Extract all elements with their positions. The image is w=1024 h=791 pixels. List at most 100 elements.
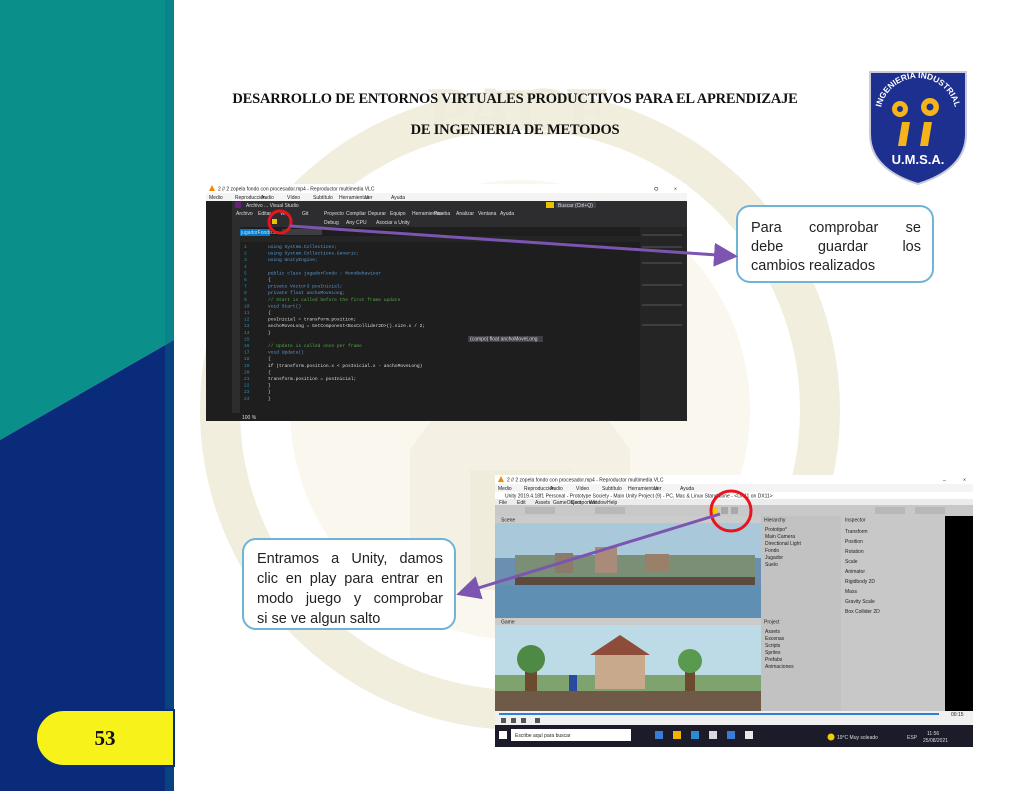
code-line-number: 20 bbox=[244, 369, 250, 375]
project-item: Scripts bbox=[765, 643, 781, 649]
taskbar-search: Escribe aquí para buscar bbox=[515, 733, 571, 739]
vs-zoom: 100 % bbox=[242, 415, 257, 421]
code-line-number: 6 bbox=[244, 277, 247, 283]
vlc-title: 2 // 2 zopela fondo con procesador.mp4 -… bbox=[218, 187, 375, 193]
unity-title: Unity 2019.4.18f1 Personal - Prototype S… bbox=[505, 494, 773, 500]
inspector-field: Position bbox=[845, 539, 863, 545]
code-line: using System.Collections; bbox=[268, 244, 337, 250]
unity-game-tab: Game bbox=[501, 620, 515, 626]
svg-text:(campo) float anchoMoveLong: (campo) float anchoMoveLong bbox=[470, 337, 538, 343]
code-line: void Start() bbox=[268, 303, 301, 309]
screenshot-visual-studio: 2 // 2 zopela fondo con procesador.mp4 -… bbox=[206, 184, 687, 421]
code-line: { bbox=[268, 369, 271, 375]
vlc-menu-item: Vídeo bbox=[287, 195, 300, 201]
code-line: private float anchoMoveLong; bbox=[268, 290, 345, 296]
inspector-field: Transform bbox=[845, 529, 868, 535]
code-line-number: 5 bbox=[244, 270, 247, 276]
svg-text:Buscar (Ctrl+Q): Buscar (Ctrl+Q) bbox=[558, 203, 593, 209]
hierarchy-item: Directional Light bbox=[765, 541, 801, 547]
inspector-field: Rigidbody 2D bbox=[845, 579, 875, 585]
left-sidebar-decoration bbox=[0, 0, 174, 791]
code-line-number: 23 bbox=[244, 389, 250, 395]
vlc-menu-item: Subtítulo bbox=[602, 486, 622, 492]
code-line: { bbox=[268, 310, 271, 316]
svg-text:Archivo ... Visual Studio: Archivo ... Visual Studio bbox=[246, 203, 299, 209]
code-line-number: 7 bbox=[244, 284, 247, 290]
code-line: } bbox=[268, 396, 271, 402]
taskbar-time: 11:56 bbox=[927, 731, 939, 737]
vs-menu-item: Depurar bbox=[368, 211, 386, 217]
taskbar-weather: 19°C Muy soleado bbox=[837, 735, 878, 741]
page-number: 53 bbox=[94, 726, 116, 750]
vlc-menu-item: Medio bbox=[209, 195, 223, 201]
code-line-number: 13 bbox=[244, 323, 250, 329]
vlc-menu-item: Audio bbox=[550, 486, 563, 492]
unity-inspector-tab: Inspector bbox=[845, 518, 866, 524]
code-line-number: 8 bbox=[244, 290, 247, 296]
screenshot-unity: 2 // 2 zopela fondo con procesador.mp4 -… bbox=[495, 475, 973, 747]
document-title-line1: DESARROLLO DE ENTORNOS VIRTUALES PRODUCT… bbox=[232, 91, 798, 107]
code-line-number: 1 bbox=[244, 244, 247, 250]
code-line-number: 17 bbox=[244, 350, 250, 356]
callout-unity-line2: clic en play para entrar en bbox=[257, 571, 443, 587]
vlc-menu-item: Ver bbox=[365, 195, 373, 201]
code-line-number: 10 bbox=[244, 303, 250, 309]
code-line: } bbox=[268, 330, 271, 336]
code-line-number: 22 bbox=[244, 383, 250, 389]
vs-menu-item: Prueba bbox=[434, 211, 450, 217]
code-line: } bbox=[268, 383, 271, 389]
svg-text:ⵔ: ⵔ bbox=[654, 187, 659, 193]
code-line-number: 12 bbox=[244, 317, 250, 323]
code-line-number: 24 bbox=[244, 396, 250, 402]
watermark-text: PACE bbox=[427, 74, 612, 151]
vs-menu-item: Archivo bbox=[236, 211, 253, 217]
umsa-engineering-logo: INGENIERIA INDUSTRIAL U.M.S.A. bbox=[866, 64, 970, 186]
code-line: { bbox=[268, 277, 271, 283]
code-line-number: 14 bbox=[244, 330, 250, 336]
callout-unity-line4: si se ve algun salto bbox=[257, 611, 381, 627]
code-line-number: 15 bbox=[244, 336, 250, 342]
vs-menu-item: Analizar bbox=[456, 211, 474, 217]
code-line: transform.position = posInicial; bbox=[268, 376, 356, 382]
unity-vlc-title: 2 // 2 zopela fondo con procesador.mp4 -… bbox=[507, 478, 664, 484]
code-line: if (transform.position.x < posInicial.x … bbox=[268, 363, 422, 369]
project-item: Assets bbox=[765, 629, 781, 635]
code-line-number: 4 bbox=[244, 264, 247, 270]
code-line: { bbox=[268, 356, 271, 362]
vlc-menu-item: Subtítulo bbox=[313, 195, 333, 201]
callout-unity-line3: modo juego y comprobar bbox=[257, 591, 443, 607]
logo-name: U.M.S.A. bbox=[892, 152, 945, 167]
code-line: void Update() bbox=[268, 350, 304, 356]
unity-hierarchy-tab: Hierarchy bbox=[764, 518, 786, 524]
vs-code-editor: 1 using System.Collections; 2 using System.… bbox=[244, 244, 425, 402]
taskbar-date: 25/08/2021 bbox=[923, 738, 948, 744]
vlc-menu-item: Audio bbox=[261, 195, 274, 201]
callout-save-changes: Para comprobar se debe guardar los cambi… bbox=[736, 205, 934, 283]
inspector-field: Scale bbox=[845, 559, 858, 565]
code-line: using UnityEngine; bbox=[268, 257, 318, 263]
vlc-menu-item: Ver bbox=[654, 486, 662, 492]
svg-text:×: × bbox=[963, 478, 966, 484]
hierarchy-item: Jugador bbox=[765, 555, 783, 561]
inspector-field: Animator bbox=[845, 569, 865, 575]
callout-save-line1: Para comprobar se bbox=[751, 220, 921, 236]
vs-menu-item: Ayuda bbox=[500, 211, 514, 217]
code-line-number: 9 bbox=[244, 297, 247, 303]
vlc-menu-item: Ayuda bbox=[391, 195, 405, 201]
vlc-menu-item: Medio bbox=[498, 486, 512, 492]
inspector-field: Rotation bbox=[845, 549, 864, 555]
code-line-number: 16 bbox=[244, 343, 250, 349]
vs-menu-item: Proyecto bbox=[324, 211, 344, 217]
unity-project-tab: Project bbox=[764, 620, 780, 626]
code-line-number: 21 bbox=[244, 376, 250, 382]
callout-unity-line1: Entramos a Unity, damos bbox=[257, 551, 443, 567]
callout-unity-play: Entramos a Unity, damos clic en play par… bbox=[242, 538, 456, 630]
hierarchy-item: Prototipo* bbox=[765, 527, 787, 533]
vs-menu-item: Git bbox=[302, 211, 309, 217]
project-item: Animaciones bbox=[765, 664, 794, 670]
project-item: Escenas bbox=[765, 636, 785, 642]
taskbar-lang: ESP bbox=[907, 735, 918, 741]
inspector-field: Mass bbox=[845, 589, 857, 595]
code-line: // Start is called before the first fram… bbox=[268, 297, 401, 303]
unity-player-time: 00:15 bbox=[951, 712, 964, 718]
